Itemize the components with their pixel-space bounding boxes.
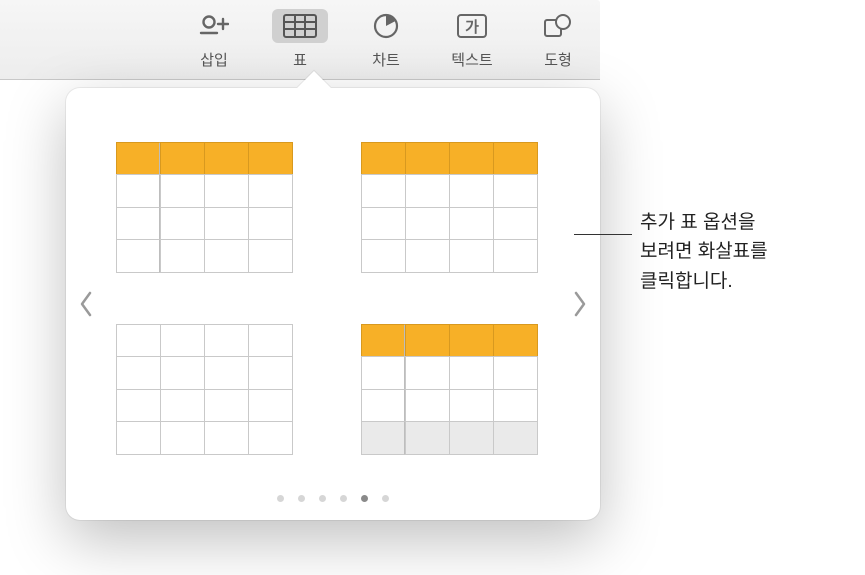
pager-dot[interactable] [277, 495, 284, 502]
previous-page-button[interactable] [66, 264, 106, 344]
chart-label: 차트 [372, 49, 400, 70]
pager-dot[interactable] [382, 495, 389, 502]
table-style-option[interactable] [116, 324, 292, 454]
text-icon: 가 [444, 9, 500, 43]
shape-icon [530, 9, 586, 43]
callout-text: 추가 표 옵션을 보려면 화살표를 클릭합니다. [640, 208, 768, 296]
insert-label: 삽입 [200, 49, 228, 70]
text-label: 텍스트 [451, 49, 492, 70]
table-style-option[interactable] [361, 324, 537, 454]
callout-line1: 추가 표 옵션을 [640, 208, 768, 237]
toolbar: 삽입 표 차트 가 텍스트 [0, 0, 600, 80]
chart-icon [358, 9, 414, 43]
insert-button[interactable]: 삽입 [180, 5, 248, 74]
shape-button[interactable]: 도형 [524, 5, 592, 74]
insert-icon [186, 9, 242, 43]
svg-text:가: 가 [465, 19, 479, 36]
callout-line3: 클릭합니다. [640, 267, 768, 296]
pager-dot[interactable] [340, 495, 347, 502]
table-style-option[interactable] [361, 142, 537, 272]
chevron-left-icon [79, 291, 93, 317]
page-indicator [66, 495, 600, 502]
text-button[interactable]: 가 텍스트 [438, 5, 506, 74]
callout-leader-line [574, 234, 632, 235]
table-label: 표 [293, 49, 307, 70]
next-page-button[interactable] [560, 264, 600, 344]
chart-button[interactable]: 차트 [352, 5, 420, 74]
chevron-right-icon [573, 291, 587, 317]
table-style-popover [66, 88, 600, 520]
table-button[interactable]: 표 [266, 5, 334, 74]
pager-dot[interactable] [361, 495, 368, 502]
table-icon [272, 9, 328, 43]
pager-dot[interactable] [298, 495, 305, 502]
table-style-grid [106, 114, 560, 494]
callout-line2: 보려면 화살표를 [640, 237, 768, 266]
pager-dot[interactable] [319, 495, 326, 502]
table-style-option[interactable] [116, 142, 292, 272]
shape-label: 도형 [544, 49, 572, 70]
